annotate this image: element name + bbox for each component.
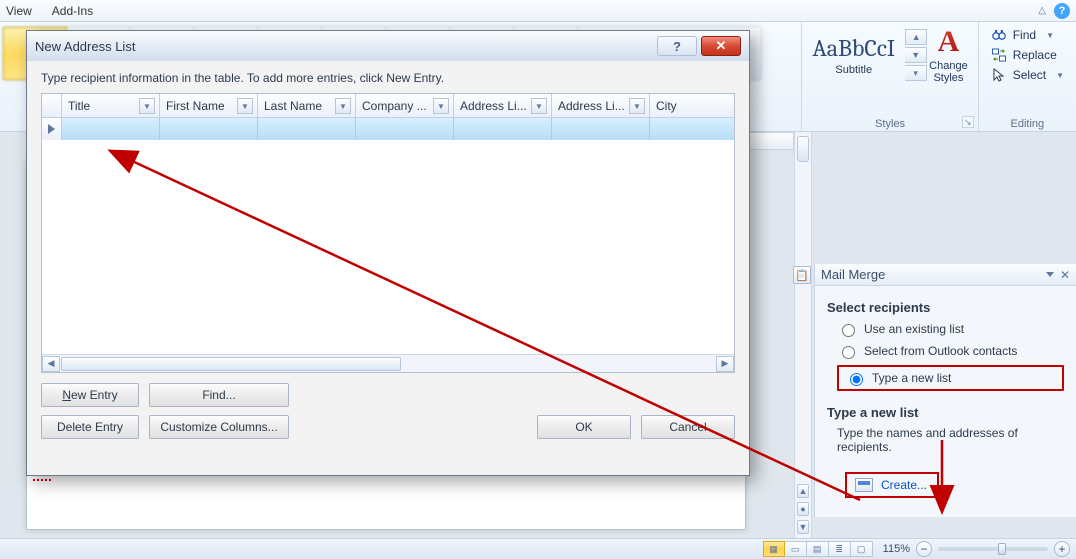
dialog-close-button[interactable]: ✕: [701, 36, 741, 56]
styles-dialog-launcher[interactable]: ↘: [962, 116, 974, 128]
col-city-label: City: [656, 99, 677, 113]
styles-group-label: Styles: [802, 118, 977, 130]
hscroll-left[interactable]: ◀: [42, 356, 60, 372]
select-recipients-heading: Select recipients: [827, 300, 1064, 315]
radio-type-new-label: Type a new list: [872, 371, 951, 385]
taskpane-menu-icon[interactable]: [1046, 272, 1054, 277]
col-firstname[interactable]: First Name ▼: [160, 94, 258, 117]
col-title-dropdown[interactable]: ▼: [139, 98, 155, 114]
change-styles-label: Change Styles: [929, 60, 968, 84]
hscroll-track[interactable]: [60, 356, 716, 372]
radio-outlook[interactable]: Select from Outlook contacts: [837, 343, 1064, 359]
zoom-out-button[interactable]: −: [916, 541, 932, 557]
select-label: Select: [1013, 68, 1046, 82]
chevron-down-icon[interactable]: ▼: [433, 98, 449, 114]
col-firstname-label: First Name: [166, 99, 225, 113]
find-button[interactable]: Find ▼: [989, 26, 1056, 44]
hscroll-thumb[interactable]: [61, 357, 401, 371]
draft-view[interactable]: ▢: [851, 541, 873, 557]
style-preview-text: AaBbCcI: [812, 34, 895, 62]
radio-outlook-label: Select from Outlook contacts: [864, 344, 1017, 358]
cursor-icon: [991, 67, 1007, 83]
col-address1[interactable]: Address Li... ▼: [454, 94, 552, 117]
dialog-help-button[interactable]: ?: [657, 36, 697, 56]
col-title[interactable]: Title ▼: [62, 94, 160, 117]
create-list-icon: [855, 478, 873, 492]
print-layout-view[interactable]: ▦: [763, 541, 785, 557]
prev-page-button[interactable]: ▲: [797, 484, 809, 498]
help-icon[interactable]: ?: [1054, 3, 1070, 19]
col-company[interactable]: Company ... ▼: [356, 94, 454, 117]
radio-existing-label: Use an existing list: [864, 322, 964, 336]
create-link-label: Create...: [881, 478, 927, 492]
zoom-level[interactable]: 115%: [883, 543, 910, 555]
delete-entry-button[interactable]: Delete Entry: [41, 415, 139, 439]
address-grid[interactable]: Title ▼ First Name ▼ Last Name ▼ Company ..…: [41, 93, 735, 373]
change-styles-button[interactable]: A Change Styles: [929, 26, 968, 84]
scrollbar-thumb[interactable]: [797, 136, 809, 162]
find-dropdown-icon[interactable]: ▼: [1046, 31, 1054, 40]
ok-button[interactable]: OK: [537, 415, 631, 439]
style-subtitle-label: Subtitle: [835, 64, 872, 76]
type-new-list-desc: Type the names and addresses of recipien…: [837, 426, 1064, 454]
find-label: Find: [1013, 28, 1036, 42]
zoom-in-button[interactable]: +: [1054, 541, 1070, 557]
find-entry-button[interactable]: Find...: [149, 383, 289, 407]
customize-columns-button[interactable]: Customize Columns...: [149, 415, 289, 439]
styles-gallery-up[interactable]: ▲: [905, 29, 927, 45]
col-address2-label: Address Li...: [558, 99, 625, 113]
clipboard-pane-icon[interactable]: 📋: [793, 266, 811, 284]
col-title-label: Title: [68, 99, 90, 113]
outline-view[interactable]: ≣: [829, 541, 851, 557]
zoom-slider-thumb[interactable]: [998, 543, 1006, 555]
editing-group-label: Editing: [979, 118, 1076, 130]
type-new-list-heading: Type a new list: [827, 405, 1064, 420]
new-address-list-dialog: New Address List ? ✕ Type recipient info…: [26, 30, 750, 476]
col-address1-label: Address Li...: [460, 99, 527, 113]
vertical-scrollbar[interactable]: ▲ ● ▼: [794, 132, 812, 538]
chevron-down-icon[interactable]: ▼: [629, 98, 645, 114]
taskpane-title: Mail Merge: [821, 267, 885, 282]
taskpane-close-icon[interactable]: ✕: [1060, 268, 1070, 282]
view-buttons: ▦ ▭ ▤ ≣ ▢: [763, 541, 873, 557]
replace-icon: [991, 47, 1007, 63]
select-dropdown-icon[interactable]: ▼: [1056, 71, 1064, 80]
next-page-button[interactable]: ▼: [797, 520, 809, 534]
menu-addins[interactable]: Add-Ins: [52, 4, 93, 18]
styles-gallery-down[interactable]: ▼: [905, 47, 927, 63]
col-lastname[interactable]: Last Name ▼: [258, 94, 356, 117]
col-address2[interactable]: Address Li... ▼: [552, 94, 650, 117]
web-layout-view[interactable]: ▤: [807, 541, 829, 557]
table-row[interactable]: [42, 118, 734, 140]
select-button[interactable]: Select ▼: [989, 66, 1066, 84]
binoculars-icon: [991, 27, 1007, 43]
dialog-title: New Address List: [35, 39, 135, 54]
col-company-label: Company ...: [362, 99, 427, 113]
cancel-button[interactable]: Cancel: [641, 415, 735, 439]
chevron-down-icon[interactable]: ▼: [237, 98, 253, 114]
style-preview[interactable]: AaBbCcI Subtitle: [812, 34, 895, 76]
full-screen-view[interactable]: ▭: [785, 541, 807, 557]
replace-label: Replace: [1013, 48, 1057, 62]
radio-type-new-list[interactable]: Type a new list: [837, 365, 1064, 391]
chevron-down-icon[interactable]: ▼: [531, 98, 547, 114]
hscroll-right[interactable]: ▶: [716, 356, 734, 372]
replace-button[interactable]: Replace: [989, 46, 1059, 64]
minimize-ribbon-icon[interactable]: △: [1038, 5, 1046, 16]
styles-gallery-more[interactable]: ▾: [905, 65, 927, 81]
zoom-slider[interactable]: [938, 547, 1048, 551]
col-lastname-label: Last Name: [264, 99, 322, 113]
chevron-down-icon[interactable]: ▼: [335, 98, 351, 114]
create-link[interactable]: Create...: [845, 472, 939, 498]
dialog-instructions: Type recipient information in the table.…: [41, 71, 735, 85]
browse-object-button[interactable]: ●: [797, 502, 809, 516]
new-entry-button[interactable]: New Entry: [41, 383, 139, 407]
row-header-corner: [42, 94, 62, 117]
col-city[interactable]: City: [650, 94, 734, 117]
menu-view[interactable]: View: [6, 4, 32, 18]
current-row-icon: [48, 124, 55, 134]
new-entry-label: ew Entry: [71, 388, 118, 402]
radio-existing-list[interactable]: Use an existing list: [837, 321, 1064, 337]
